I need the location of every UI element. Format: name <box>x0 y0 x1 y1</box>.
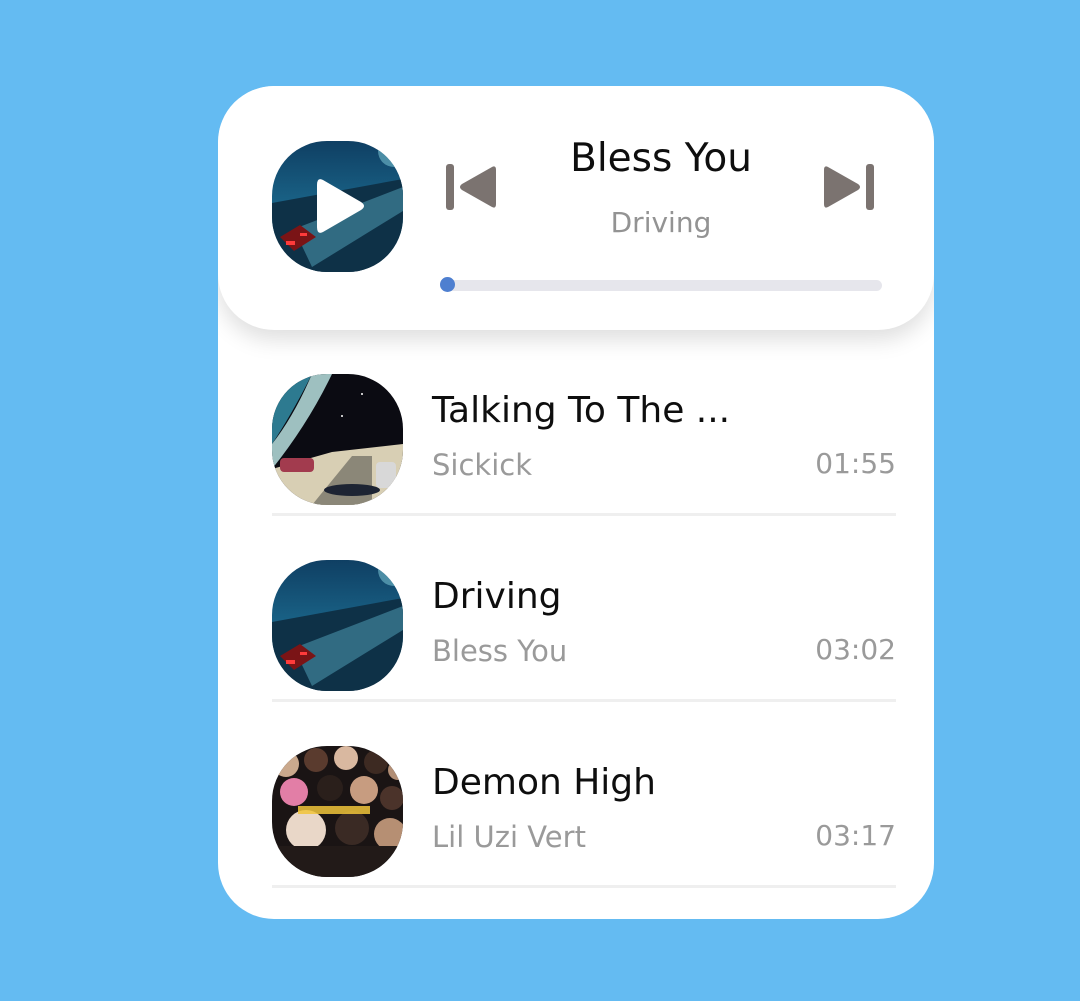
music-player-widget: Bless You Driving Talking To The ... Sic… <box>218 86 934 919</box>
track-duration: 03:02 <box>815 633 896 666</box>
list-item[interactable]: Driving Bless You 03:02 <box>218 516 934 702</box>
progress-thumb[interactable] <box>439 277 455 292</box>
now-playing-panel: Bless You Driving <box>218 86 934 330</box>
play-button[interactable] <box>272 141 403 272</box>
track-title: Demon High <box>432 762 656 803</box>
divider <box>272 885 896 888</box>
skip-next-icon <box>824 164 874 210</box>
album-art <box>272 560 403 691</box>
album-art <box>272 374 403 505</box>
track-list: Talking To The ... Sickick 01:55 Driving… <box>218 330 934 919</box>
now-playing-title: Bless You <box>570 136 752 181</box>
skip-previous-icon <box>446 164 496 210</box>
track-duration: 01:55 <box>815 447 896 480</box>
track-artist: Lil Uzi Vert <box>432 820 586 854</box>
previous-track-button[interactable] <box>446 164 496 210</box>
track-title: Talking To The ... <box>432 390 731 431</box>
list-item[interactable]: Demon High Lil Uzi Vert 03:17 <box>218 702 934 888</box>
progress-bar[interactable] <box>440 280 882 291</box>
now-playing-artist: Driving <box>610 206 712 239</box>
next-track-button[interactable] <box>824 164 874 210</box>
track-artist: Sickick <box>432 448 532 482</box>
album-art <box>272 746 403 877</box>
track-title: Driving <box>432 576 562 617</box>
track-artist: Bless You <box>432 634 568 668</box>
play-icon <box>317 179 364 233</box>
track-duration: 03:17 <box>815 819 896 852</box>
list-item[interactable]: Talking To The ... Sickick 01:55 <box>218 330 934 516</box>
now-playing-album-art <box>272 141 403 272</box>
